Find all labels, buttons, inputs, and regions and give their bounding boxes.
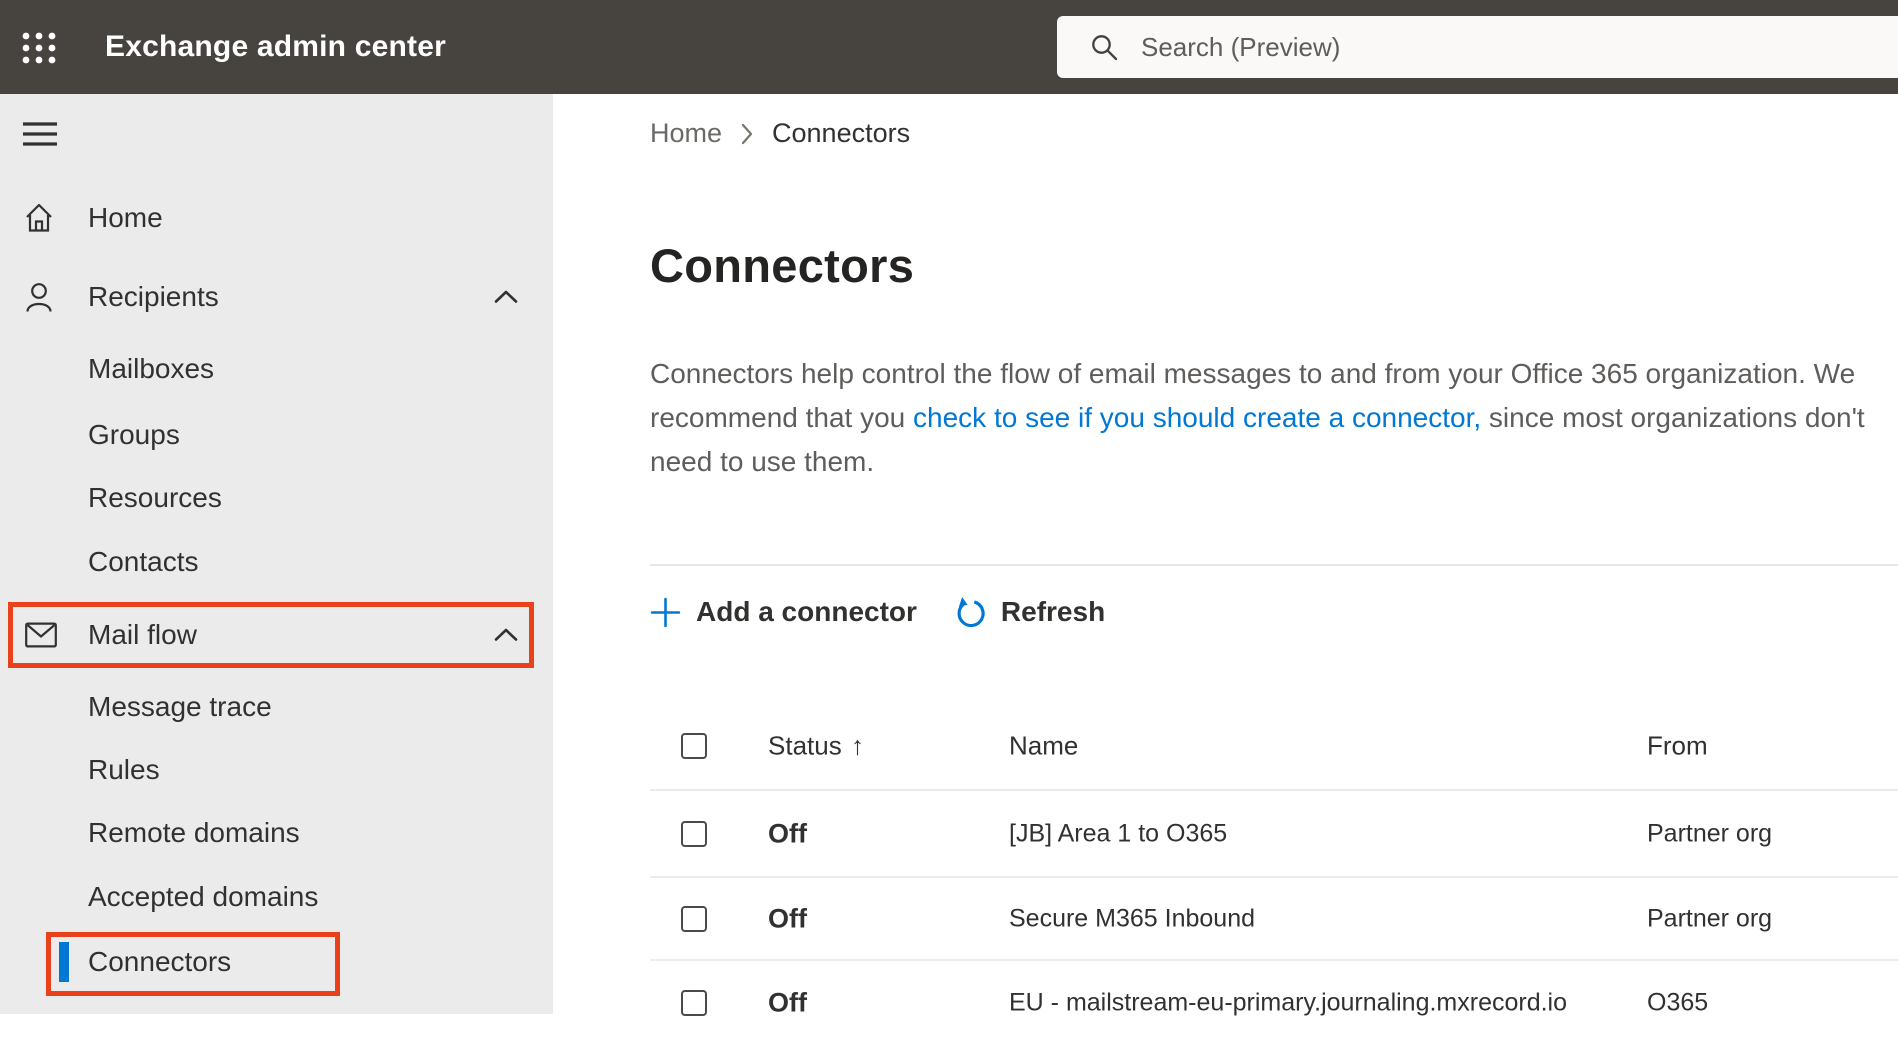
table-header-row: Status ↑ Name From — [650, 703, 1898, 791]
row-checkbox[interactable] — [681, 990, 707, 1016]
plus-icon — [650, 597, 681, 627]
sidebar-item-mailboxes[interactable]: Mailboxes — [0, 339, 553, 399]
page-description: Connectors help control the flow of emai… — [650, 352, 1875, 484]
search-icon — [1092, 35, 1118, 61]
sidebar-item-rules[interactable]: Rules — [0, 740, 553, 800]
breadcrumb-home-link[interactable]: Home — [650, 118, 722, 149]
row-checkbox[interactable] — [681, 820, 707, 847]
table-row[interactable]: Off Secure M365 Inbound Partner org — [650, 878, 1898, 961]
hamburger-icon — [23, 122, 57, 146]
table-row[interactable]: Off [JB] Area 1 to O365 Partner org — [650, 791, 1898, 878]
app-launcher-button[interactable] — [15, 25, 63, 71]
breadcrumb: Home Connectors — [650, 118, 910, 149]
left-navigation: Home Recipients Mailboxes Groups Resourc… — [0, 94, 553, 1014]
column-header-from[interactable]: From — [1647, 731, 1708, 762]
toolbar-top-divider — [650, 564, 1898, 566]
person-icon — [26, 283, 52, 312]
sidebar-item-accepted-domains[interactable]: Accepted domains — [0, 867, 553, 927]
sidebar-item-connectors[interactable]: Connectors — [0, 932, 553, 992]
create-connector-check-link[interactable]: check to see if you should create a conn… — [913, 402, 1481, 433]
chevron-up-icon — [494, 628, 518, 641]
column-header-name[interactable]: Name — [1009, 731, 1078, 762]
chevron-right-icon — [741, 123, 753, 144]
page-title: Connectors — [650, 239, 915, 292]
refresh-icon — [957, 597, 985, 628]
selected-item-indicator — [59, 942, 69, 982]
cell-from: Partner org — [1647, 904, 1773, 932]
global-search — [1057, 16, 1898, 78]
search-input[interactable] — [1141, 31, 1841, 63]
cell-from: O365 — [1647, 988, 1709, 1017]
chevron-up-icon — [494, 290, 518, 303]
column-header-status[interactable]: Status — [768, 731, 842, 762]
command-bar: Add a connector Refresh — [650, 585, 1105, 639]
cell-status: Off — [768, 818, 807, 848]
cell-status: Off — [768, 903, 807, 933]
sort-ascending-icon: ↑ — [851, 730, 864, 761]
cell-name[interactable]: [JB] Area 1 to O365 — [1009, 819, 1227, 848]
table-row[interactable]: Off EU - mailstream-eu-primary.journalin… — [650, 961, 1898, 1045]
sidebar-item-remote-domains[interactable]: Remote domains — [0, 803, 553, 863]
row-checkbox[interactable] — [681, 905, 707, 932]
cell-from: Partner org — [1647, 819, 1773, 847]
sidebar-item-contacts[interactable]: Contacts — [0, 532, 553, 592]
mail-icon — [25, 622, 57, 648]
sidebar-item-message-trace[interactable]: Message trace — [0, 677, 553, 737]
app-title: Exchange admin center — [105, 30, 446, 63]
select-all-checkbox[interactable] — [681, 733, 707, 759]
sidebar-item-groups[interactable]: Groups — [0, 405, 553, 465]
sidebar-item-resources[interactable]: Resources — [0, 468, 553, 528]
home-icon — [26, 203, 52, 232]
top-app-bar: Exchange admin center — [0, 0, 1898, 94]
breadcrumb-current: Connectors — [772, 118, 911, 148]
sidebar-item-mail-flow[interactable]: Mail flow — [0, 605, 553, 665]
sidebar-item-home[interactable]: Home — [0, 188, 553, 248]
add-connector-button[interactable]: Add a connector — [650, 596, 917, 628]
sidebar-item-recipients[interactable]: Recipients — [0, 267, 553, 327]
refresh-button[interactable]: Refresh — [953, 594, 1105, 630]
nav-collapse-button[interactable] — [23, 122, 63, 152]
waffle-icon — [22, 32, 56, 64]
cell-name[interactable]: EU - mailstream-eu-primary.journaling.mx… — [1009, 989, 1567, 1018]
cell-name[interactable]: Secure M365 Inbound — [1009, 904, 1255, 933]
